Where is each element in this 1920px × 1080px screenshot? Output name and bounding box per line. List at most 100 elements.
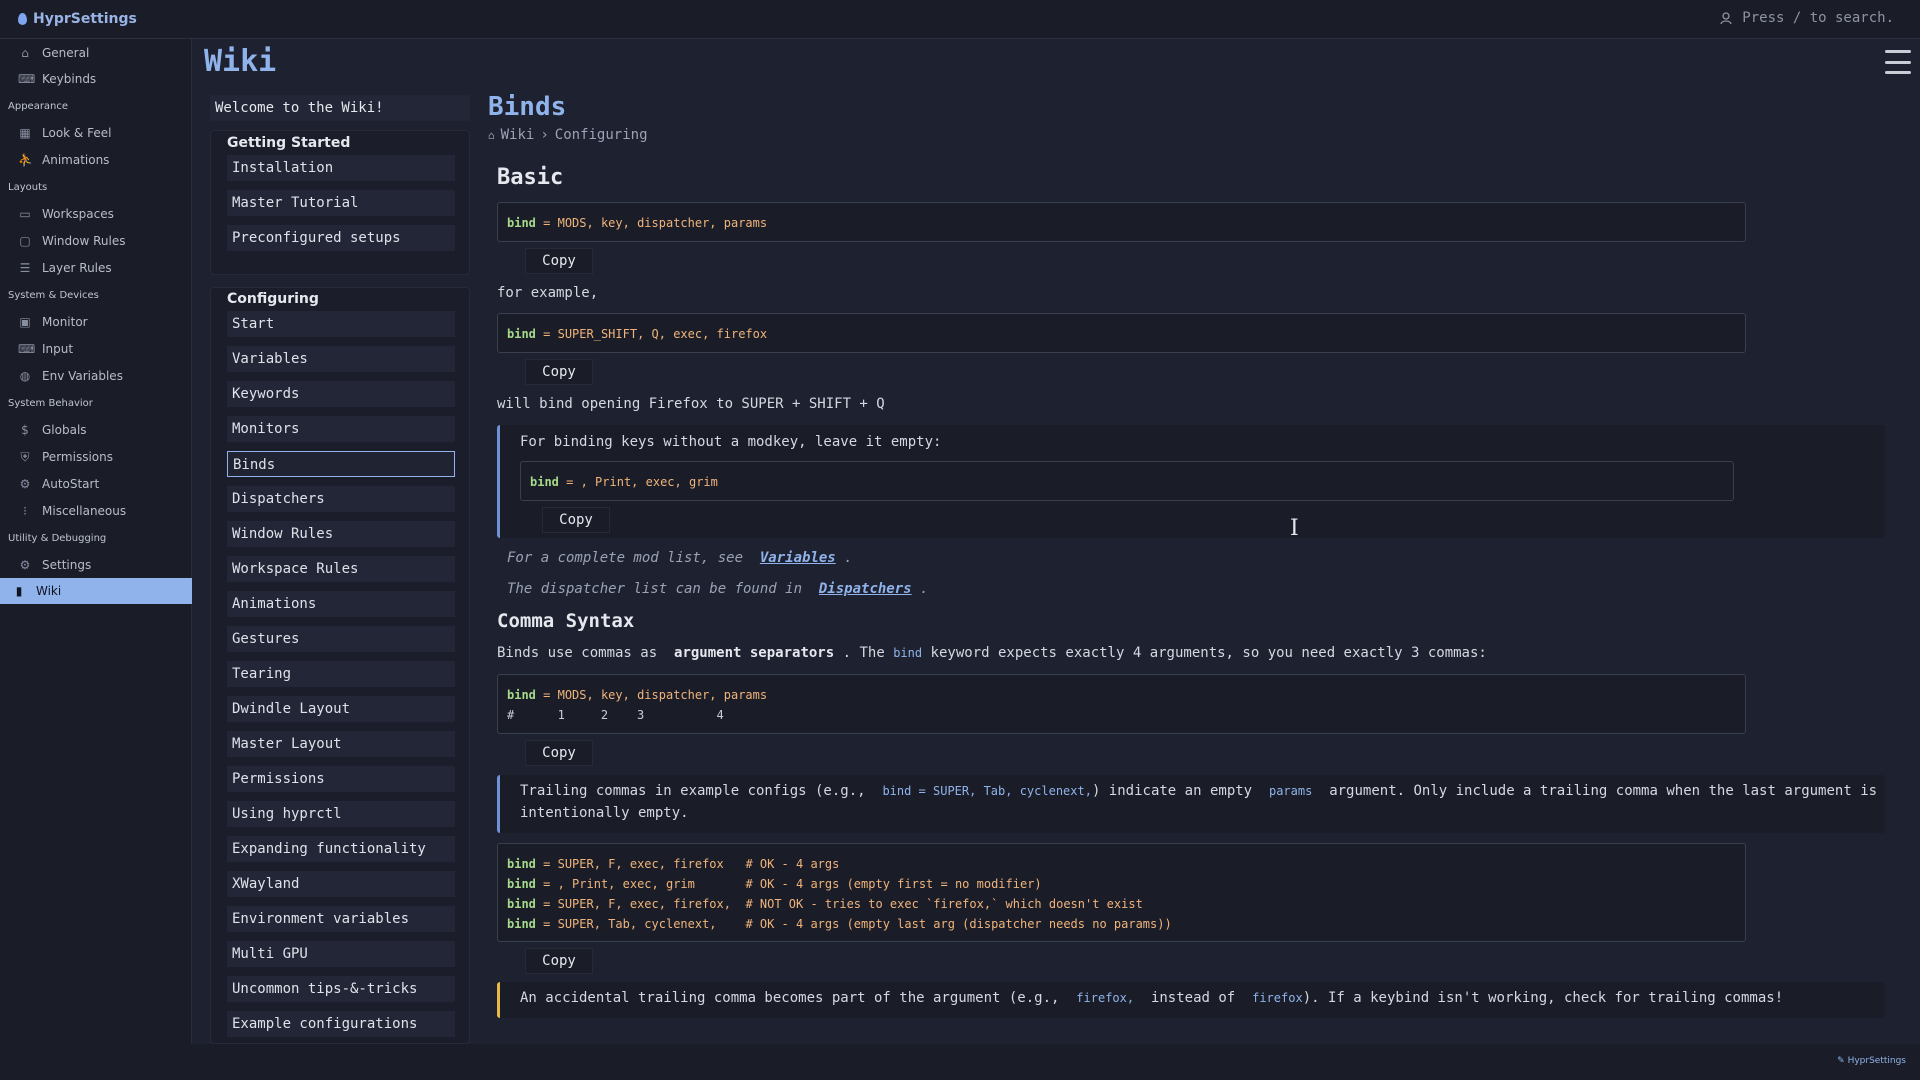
period: . [844, 550, 853, 566]
group-heading: Appearance [8, 101, 69, 112]
warning-callout: An accidental trailing comma becomes par… [497, 982, 1885, 1018]
wiki-item-permissions[interactable]: Permissions [227, 766, 455, 792]
chevron-right-icon: › [540, 127, 549, 143]
search-hint-text: Press / to search. [1742, 10, 1894, 26]
code-keyword: bind [507, 688, 536, 702]
dollar-icon: $ [21, 423, 29, 437]
wiki-item-dwindle-layout[interactable]: Dwindle Layout [227, 696, 455, 722]
brand-icon: ✎ [1837, 1056, 1848, 1066]
wiki-item-keywords[interactable]: Keywords [227, 381, 455, 407]
sidebar-item-input[interactable]: ⌨ Input [0, 336, 192, 362]
code-eq: = [535, 216, 558, 230]
code-block: bind = MODS, key, dispatcher, params [497, 202, 1746, 242]
sidebar-item-label: Permissions [42, 450, 113, 464]
wiki-item-gestures[interactable]: Gestures [227, 626, 455, 652]
wiki-item-preconfigured-setups[interactable]: Preconfigured setups [227, 225, 455, 251]
wiki-item-installation[interactable]: Installation [227, 155, 455, 181]
note-line-2: intentionally empty. [520, 805, 689, 821]
sidebar-item-label: Window Rules [42, 234, 126, 248]
copy-button[interactable]: Copy [525, 248, 593, 274]
intro-c: . The [842, 645, 885, 661]
wiki-item-xwayland[interactable]: XWayland [227, 871, 455, 897]
breadcrumb-configuring[interactable]: Configuring [555, 127, 648, 143]
breadcrumb: ⌂ Wiki › Configuring [488, 127, 648, 143]
code-args: SUPER, Tab, cyclenext, [557, 917, 746, 931]
wiki-item-variables[interactable]: Variables [227, 346, 455, 372]
sidebar-item-label: Keybinds [42, 72, 97, 86]
code-block: bind = SUPER, F, exec, firefox # OK - 4 … [497, 843, 1746, 942]
intro-e: keyword expects exactly 4 arguments, so … [930, 645, 1487, 661]
copy-button[interactable]: Copy [525, 948, 593, 974]
hamburger-menu-icon[interactable] [1885, 50, 1911, 74]
sidebar-item-permissions[interactable]: ⛨ Permissions [0, 444, 192, 470]
link-variables[interactable]: Variables [760, 550, 836, 566]
sidebar-item-label: Input [42, 342, 74, 356]
wiki-item-workspace-rules[interactable]: Workspace Rules [227, 556, 455, 582]
sidebar-item-layer-rules[interactable]: ☰ Layer Rules [0, 255, 192, 281]
wiki-item-using-hyprctl[interactable]: Using hyprctl [227, 801, 455, 827]
brush-icon: ▦ [19, 126, 31, 140]
wiki-item-expanding-functionality[interactable]: Expanding functionality [227, 836, 455, 862]
wiki-item-master-tutorial[interactable]: Master Tutorial [227, 190, 455, 216]
wiki-item-animations[interactable]: Animations [227, 591, 455, 617]
sidebar-item-look-feel[interactable]: ▦ Look & Feel [0, 120, 192, 146]
group-heading: System & Devices [8, 290, 99, 301]
note-b: ) indicate an empty [1091, 783, 1253, 799]
sidebar-item-miscellaneous[interactable]: ⁝ Miscellaneous [0, 498, 192, 524]
misc-icon: ⁝ [23, 504, 27, 518]
wiki-item-uncommon-tips[interactable]: Uncommon tips-&-tricks [227, 976, 455, 1002]
wiki-item-dispatchers[interactable]: Dispatchers [227, 486, 455, 512]
sidebar-item-label: Layer Rules [42, 261, 112, 275]
text-mod-list: For a complete mod list, see Variables . [507, 550, 853, 566]
code-args: SUPER_SHIFT, Q, exec, firefox [557, 327, 768, 341]
code-args: , Print, exec, grim [580, 475, 718, 489]
wiki-item-binds[interactable]: Binds [227, 451, 455, 477]
sidebar-item-globals[interactable]: $ Globals [0, 417, 192, 443]
code-keyword: bind [530, 475, 559, 489]
intro-a: Binds use commas as [497, 645, 658, 661]
autostart-icon: ⚙ [19, 477, 31, 491]
sidebar-item-keybinds[interactable]: ⌨ Keybinds [0, 66, 192, 92]
group-heading: System Behavior [8, 398, 93, 409]
text-explain: will bind opening Firefox to SUPER + SHI… [497, 396, 885, 412]
copy-button[interactable]: Copy [542, 507, 610, 533]
wiki-item-multi-gpu[interactable]: Multi GPU [227, 941, 455, 967]
sidebar-item-label: Workspaces [42, 207, 114, 221]
sidebar-item-autostart[interactable]: ⚙ AutoStart [0, 471, 192, 497]
sidebar-item-monitor[interactable]: ▣ Monitor [0, 309, 192, 335]
warn-b: instead of [1150, 990, 1236, 1006]
code-comment: # OK - 4 args [745, 857, 840, 871]
code-eq: = [535, 917, 558, 931]
wiki-item-tearing[interactable]: Tearing [227, 661, 455, 687]
sidebar-item-general[interactable]: ⌂ General [0, 40, 192, 66]
window-rule-icon: ▢ [19, 234, 31, 248]
wiki-item-environment-variables[interactable]: Environment variables [227, 906, 455, 932]
wiki-item-start[interactable]: Start [227, 311, 455, 337]
wiki-item-master-layout[interactable]: Master Layout [227, 731, 455, 757]
footer-bar: ✎ HyprSettings [0, 1044, 1920, 1080]
sidebar-item-wiki[interactable]: ▮ Wiki [0, 578, 192, 604]
wiki-welcome-link[interactable]: Welcome to the Wiki! [210, 95, 470, 121]
sidebar-item-workspaces[interactable]: ▭ Workspaces [0, 201, 192, 227]
copy-button[interactable]: Copy [525, 740, 593, 766]
wiki-item-monitors[interactable]: Monitors [227, 416, 455, 442]
sidebar-item-window-rules[interactable]: ▢ Window Rules [0, 228, 192, 254]
link-dispatchers[interactable]: Dispatchers [819, 581, 912, 597]
sidebar-item-label: Look & Feel [42, 126, 112, 140]
article-title: Binds [488, 92, 567, 122]
sidebar-item-animations[interactable]: ⛹ Animations [0, 147, 192, 173]
home-icon: ⌂ [21, 46, 29, 60]
search-hint[interactable]: Press / to search. [1720, 10, 1894, 26]
wiki-item-example-configurations[interactable]: Example configurations [227, 1011, 455, 1037]
sidebar-item-env-variables[interactable]: ◍ Env Variables [0, 363, 192, 389]
code-args: MODS, key, dispatcher, params [557, 216, 768, 230]
wiki-item-window-rules[interactable]: Window Rules [227, 521, 455, 547]
dispatcher-prefix: The dispatcher list can be found in [507, 581, 803, 597]
breadcrumb-wiki[interactable]: Wiki [501, 127, 535, 143]
inline-code: firefox [1252, 991, 1303, 1005]
sidebar-item-settings[interactable]: ⚙ Settings [0, 552, 192, 578]
home-icon: ⌂ [488, 128, 495, 142]
copy-button[interactable]: Copy [525, 359, 593, 385]
code-keyword: bind [507, 877, 536, 891]
book-icon: ▮ [15, 584, 23, 598]
